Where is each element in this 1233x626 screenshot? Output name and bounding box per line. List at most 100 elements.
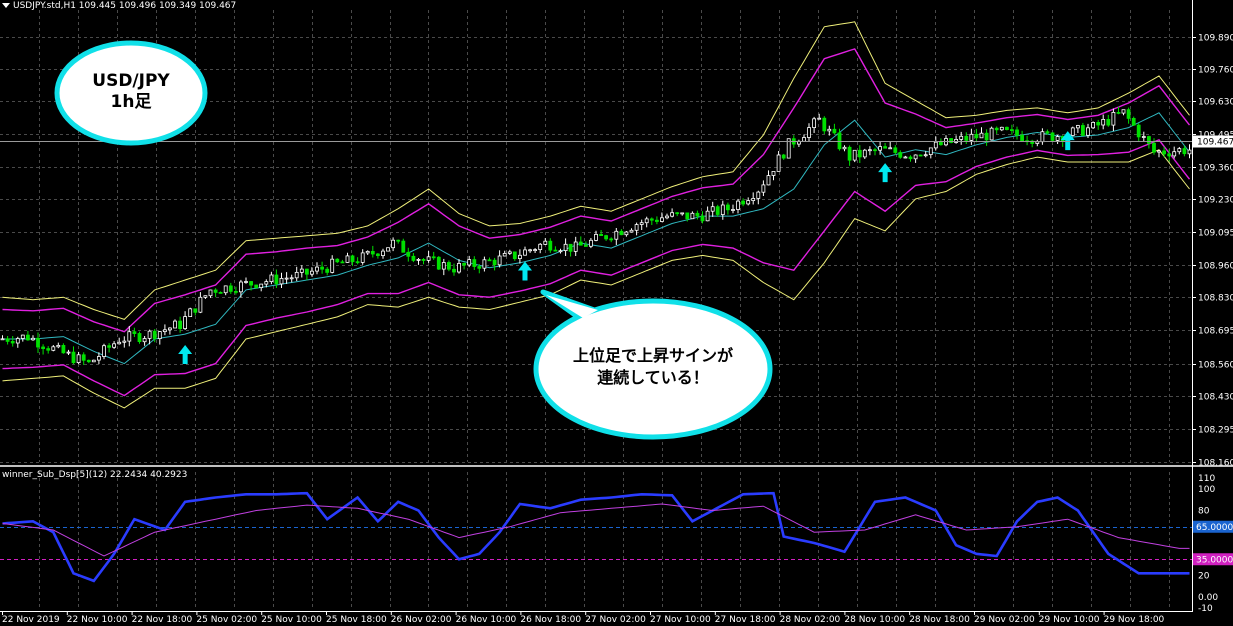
candle bbox=[761, 180, 766, 196]
x-tick-label: 22 Nov 2019 bbox=[2, 615, 60, 625]
candle bbox=[421, 258, 426, 265]
candle bbox=[624, 231, 629, 237]
candle-body bbox=[908, 156, 913, 160]
candle bbox=[1025, 135, 1029, 146]
candle bbox=[670, 208, 674, 218]
candle-body bbox=[705, 210, 710, 222]
candle-body bbox=[41, 346, 45, 350]
x-tick-label: 25 Nov 18:00 bbox=[326, 615, 387, 625]
candle bbox=[974, 128, 979, 143]
candle bbox=[102, 343, 106, 360]
candle bbox=[720, 200, 725, 220]
candle-body bbox=[137, 333, 142, 343]
candle bbox=[472, 256, 477, 270]
y-tick-label: 109.230 bbox=[1198, 196, 1233, 206]
candle-body bbox=[634, 224, 639, 231]
candle-body bbox=[649, 218, 654, 221]
candle-body bbox=[325, 268, 330, 273]
candle bbox=[482, 256, 487, 272]
candle bbox=[797, 139, 801, 147]
candle bbox=[868, 146, 872, 156]
candle bbox=[426, 251, 431, 263]
candle-body bbox=[365, 250, 370, 254]
candle-body bbox=[97, 356, 101, 361]
candle-body bbox=[883, 146, 887, 149]
candle-body bbox=[502, 252, 507, 257]
candle-body bbox=[396, 239, 401, 242]
candle-body bbox=[903, 156, 908, 159]
candle bbox=[715, 204, 720, 217]
candle bbox=[857, 145, 862, 163]
candle-body bbox=[299, 268, 304, 273]
osc-tick-label: 100 bbox=[1198, 485, 1215, 495]
candle bbox=[832, 123, 837, 135]
candle bbox=[61, 343, 66, 354]
candle-body bbox=[71, 351, 76, 364]
candle-body bbox=[452, 268, 456, 273]
candle-body bbox=[127, 331, 132, 342]
candle-body bbox=[472, 259, 477, 267]
candle bbox=[365, 250, 370, 255]
candle bbox=[558, 248, 563, 254]
candle bbox=[604, 234, 608, 241]
up-arrow-shape bbox=[878, 163, 893, 183]
candle-body bbox=[939, 141, 943, 146]
candle-body bbox=[548, 240, 553, 251]
candle bbox=[401, 238, 406, 253]
candle bbox=[589, 238, 593, 249]
y-tick-label: 108.830 bbox=[1198, 294, 1233, 304]
candle-body bbox=[492, 259, 497, 266]
candle-body bbox=[1177, 148, 1182, 153]
candle-body bbox=[675, 212, 680, 215]
y-tick-label: 108.430 bbox=[1198, 393, 1233, 403]
candle-body bbox=[1005, 126, 1009, 131]
y-tick-label: 108.695 bbox=[1198, 327, 1233, 337]
candle bbox=[923, 151, 928, 158]
candle bbox=[680, 212, 685, 216]
candle bbox=[497, 250, 502, 268]
current-price-label: 109.467 bbox=[1197, 138, 1233, 148]
up-arrow-icon bbox=[878, 163, 893, 183]
candle bbox=[675, 212, 680, 217]
candle-body bbox=[766, 175, 771, 186]
candle-body bbox=[274, 274, 279, 285]
candle-body bbox=[533, 249, 537, 252]
candle bbox=[117, 337, 122, 345]
candle bbox=[994, 126, 999, 134]
candle-body bbox=[731, 209, 735, 211]
candle-body bbox=[553, 249, 558, 252]
candle-body bbox=[573, 241, 578, 252]
candle-body bbox=[467, 259, 472, 266]
candle bbox=[173, 319, 177, 329]
osc-tick-label: 110 bbox=[1198, 474, 1215, 484]
candle bbox=[360, 249, 365, 265]
candle bbox=[228, 282, 233, 294]
up-arrow-icon bbox=[517, 261, 532, 281]
candle-body bbox=[558, 250, 563, 253]
candle bbox=[0, 335, 5, 341]
candle-body bbox=[1010, 129, 1014, 132]
candle bbox=[299, 265, 304, 278]
symbol-header: USDJPY.std,H1 109.445 109.496 109.349 10… bbox=[2, 1, 236, 11]
candle-body bbox=[147, 330, 152, 339]
candle-body bbox=[355, 261, 360, 264]
candle bbox=[1040, 128, 1045, 145]
candle bbox=[381, 248, 385, 259]
candle bbox=[548, 238, 553, 253]
candle bbox=[91, 359, 96, 363]
candle bbox=[315, 262, 319, 275]
candle-body bbox=[873, 149, 877, 152]
x-tick-label: 28 Nov 10:00 bbox=[844, 615, 905, 625]
x-tick-label: 22 Nov 18:00 bbox=[132, 615, 193, 625]
candle-body bbox=[746, 200, 751, 205]
x-tick-label: 25 Nov 10:00 bbox=[261, 615, 322, 625]
candle-body bbox=[193, 308, 198, 313]
candle-body bbox=[736, 200, 740, 210]
candle-body bbox=[898, 152, 903, 158]
candle bbox=[279, 272, 284, 288]
y-tick-label: 109.095 bbox=[1198, 229, 1233, 239]
candle-body bbox=[375, 253, 380, 257]
chart-collapse-icon[interactable] bbox=[2, 3, 10, 8]
candle-body bbox=[203, 295, 208, 298]
candle-body bbox=[46, 348, 51, 351]
